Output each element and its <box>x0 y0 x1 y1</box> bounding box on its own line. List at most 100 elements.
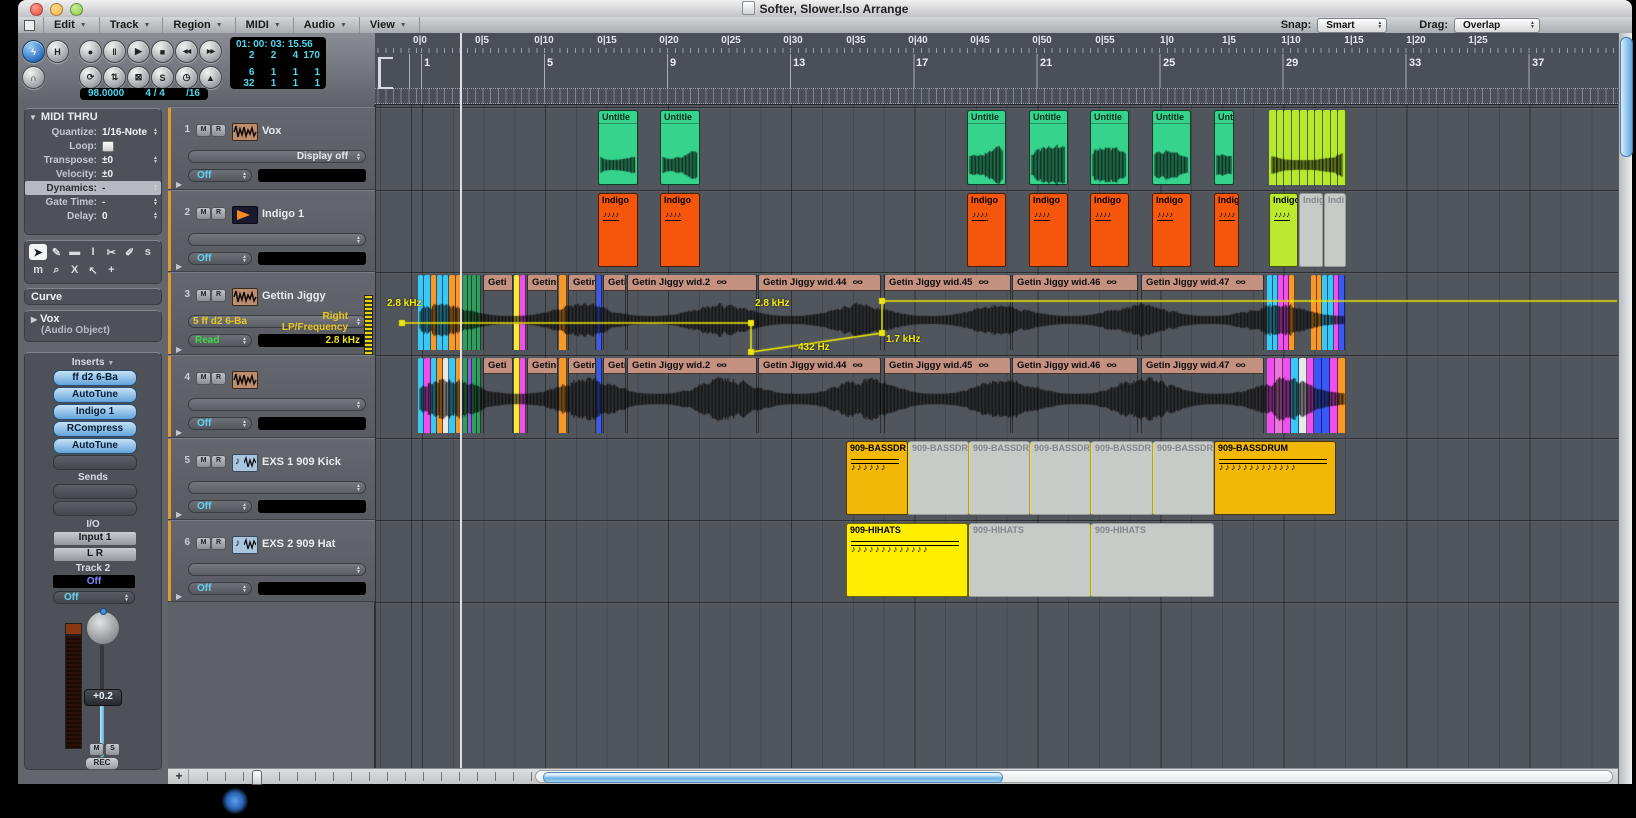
vertical-scroll-thumb[interactable] <box>1620 37 1633 157</box>
display-menu[interactable]: ▲▼ <box>188 233 366 246</box>
audio-slice[interactable] <box>1299 358 1307 433</box>
stepper-icon[interactable]: ▲▼ <box>153 184 158 192</box>
insert-slot-autotune[interactable]: AutoTune <box>53 438 137 454</box>
record-button[interactable]: ● <box>79 40 102 63</box>
send-slot[interactable] <box>53 484 137 499</box>
song-start-marker[interactable] <box>378 57 393 89</box>
region-header[interactable]: Getin <box>569 275 595 291</box>
audio-slice[interactable] <box>1307 358 1315 433</box>
track-off-menu[interactable]: Off▲▼ <box>188 500 252 513</box>
automation-parameter-menu[interactable]: 5 ff d2 6-BaRight LP/Frequency▲▼ <box>188 315 366 328</box>
curve-box[interactable]: Curve <box>24 288 162 305</box>
region-getin-jiggy-wid-45[interactable]: Getin Jiggy wid.45∞ <box>884 358 1011 433</box>
output-button[interactable]: L R <box>53 547 137 562</box>
region-getin[interactable]: Getin <box>527 275 558 350</box>
h-button[interactable]: H <box>46 40 69 63</box>
region-getin-jiggy-wid-46[interactable]: Getin Jiggy wid.46∞ <box>1012 358 1138 433</box>
track-value-lcd[interactable] <box>258 169 366 182</box>
insert-slot-ff-d2-6-ba[interactable]: ff d2 6-Ba <box>53 370 137 386</box>
region-909-bassdrum[interactable]: 909-BASSDRUM♪♪♪♪♪♪♪♪♪♪♪♪♪ <box>1214 441 1336 515</box>
region-header[interactable]: Getin Jiggy wid.45∞ <box>885 275 1010 291</box>
insert-slot-rcompress[interactable]: RCompress <box>53 421 137 437</box>
track-header-exs-1-909-kick[interactable]: 5MR♪EXS 1 909 Kick▲▼Off▲▼▶ <box>168 438 375 520</box>
track-name[interactable]: Indigo 1 <box>262 208 304 220</box>
region-getin[interactable]: Getin <box>568 358 596 433</box>
region-slices[interactable] <box>1267 358 1346 433</box>
audio-slice[interactable] <box>463 358 468 433</box>
track-name[interactable]: EXS 1 909 Kick <box>262 456 341 468</box>
region-header[interactable]: Getin <box>528 358 557 374</box>
track-mute-button[interactable]: M <box>196 124 211 137</box>
snap-popup[interactable]: Smart▲▼ <box>1317 18 1387 33</box>
param-value[interactable]: ±0 <box>102 155 113 166</box>
region-untitle[interactable]: Untitle <box>1152 110 1191 185</box>
region-getin[interactable]: Getin <box>527 358 558 433</box>
region-909-bassdr[interactable]: 909-BASSDR <box>1091 441 1153 515</box>
track-record-button[interactable]: R <box>211 207 226 220</box>
audio-slice[interactable] <box>1322 358 1330 433</box>
track-mute-button[interactable]: M <box>196 207 211 220</box>
audio-slice[interactable] <box>472 275 477 350</box>
audio-slice[interactable] <box>1339 275 1345 350</box>
region-untitle[interactable]: Untitle <box>1090 110 1129 185</box>
track-name[interactable]: EXS 2 909 Hat <box>262 538 335 550</box>
track-header-4[interactable]: 4MR▲▼Off▲▼▶ <box>168 355 375 438</box>
stepper-icon[interactable]: ▲▼ <box>153 128 158 136</box>
window-widget-icon[interactable] <box>24 20 35 31</box>
region-slices[interactable] <box>514 358 526 433</box>
solo-tool[interactable]: s <box>139 244 157 260</box>
audio-slice[interactable] <box>1331 110 1339 185</box>
region-header[interactable]: Getin <box>604 358 625 374</box>
stepper-icon[interactable]: ▲▼ <box>153 212 158 220</box>
menu-audio[interactable]: Audio▼ <box>293 17 359 33</box>
automation-select-tool[interactable]: ↖ <box>84 262 102 278</box>
crossfade-tool[interactable]: X <box>66 262 84 278</box>
param-value[interactable]: 0 <box>102 211 108 222</box>
display-menu[interactable]: ▲▼ <box>188 398 366 411</box>
region-indigo[interactable]: Indigo♪♪♪♪ <box>598 193 638 267</box>
audio-slice[interactable] <box>1277 110 1285 185</box>
region-909-bassdr[interactable]: 909-BASSDR <box>1030 441 1091 515</box>
mute-tool[interactable]: m <box>29 262 47 278</box>
param-value[interactable]: ±0 <box>102 169 113 180</box>
region-header[interactable]: Getin <box>569 358 595 374</box>
record-arm-button[interactable]: REC <box>85 757 119 770</box>
region-getin[interactable]: Getin <box>603 275 626 350</box>
region-909-hihats[interactable]: 909-HIHATS♪♪♪♪♪♪♪♪♪♪♪♪♪ <box>846 523 968 597</box>
region-slices[interactable] <box>1311 275 1345 350</box>
region-geti[interactable]: Geti <box>483 275 513 350</box>
track-mute-button[interactable]: M <box>196 372 211 385</box>
audio-slice[interactable] <box>424 275 430 350</box>
region-indigo[interactable]: Indigo♪♪♪♪ <box>967 193 1006 267</box>
region-slices[interactable] <box>463 358 481 433</box>
param-value[interactable]: - <box>102 197 105 208</box>
track-off-menu[interactable]: Off▲▼ <box>188 582 252 595</box>
audio-slice[interactable] <box>472 358 477 433</box>
region-header[interactable]: Getin Jiggy wid.2∞ <box>628 358 756 374</box>
track-mute-button[interactable]: M <box>196 455 211 468</box>
track-disclosure-icon[interactable]: ▶ <box>176 592 182 601</box>
region-indigo[interactable]: Indigo♪♪♪♪ <box>1269 193 1298 267</box>
menu-region[interactable]: Region▼ <box>162 17 234 33</box>
zoom-slider-marker[interactable] <box>252 770 262 785</box>
track-off-menu[interactable]: Off▲▼ <box>188 169 252 182</box>
track-record-button[interactable]: R <box>211 455 226 468</box>
region-untitle[interactable]: Untitle <box>660 110 700 185</box>
mute-button[interactable]: M <box>89 743 104 756</box>
region-slices[interactable] <box>418 275 462 350</box>
insert-slot-empty[interactable] <box>53 455 137 470</box>
replace-button[interactable]: ⊠ <box>127 66 150 89</box>
region-header[interactable]: Getin Jiggy wid.2∞ <box>628 275 756 291</box>
audio-slice[interactable] <box>1267 358 1275 433</box>
track-name[interactable]: Gettin Jiggy <box>262 290 326 302</box>
send-slot[interactable] <box>53 501 137 516</box>
track-value-lcd[interactable] <box>258 252 366 265</box>
audio-slice[interactable] <box>431 358 437 433</box>
track-disclosure-icon[interactable]: ▶ <box>176 180 182 189</box>
fader-value[interactable]: +0.2 <box>84 689 122 706</box>
automation-mode-menu[interactable]: Read▲▼ <box>188 334 252 347</box>
track-disclosure-icon[interactable]: ▶ <box>176 428 182 437</box>
region-header[interactable]: Getin <box>604 275 625 291</box>
horizontal-scrollbar[interactable] <box>535 770 1613 783</box>
pointer-tool[interactable]: ➤ <box>29 244 47 260</box>
